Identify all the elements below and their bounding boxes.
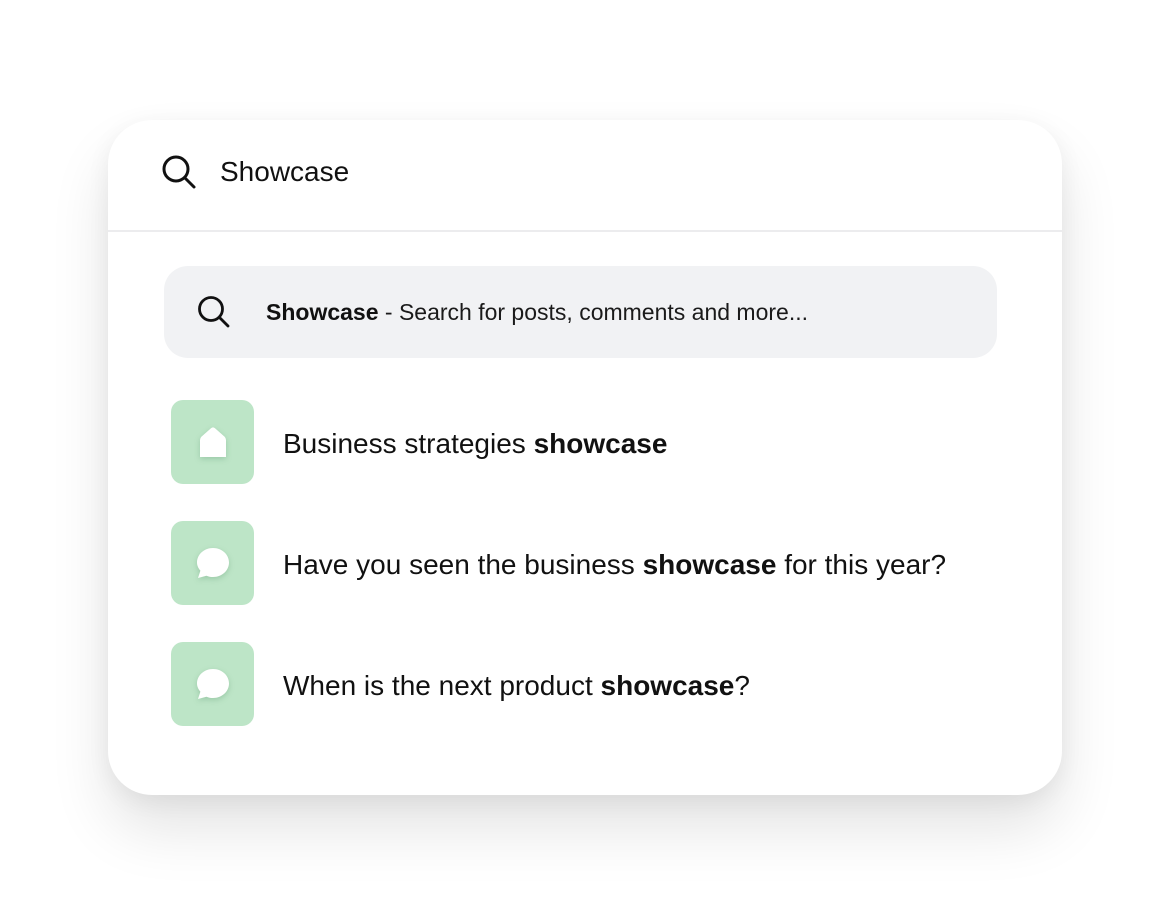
result-item[interactable]: When is the next product showcase?: [171, 642, 991, 726]
suggestion-hint: - Search for posts, comments and more...: [378, 299, 808, 325]
search-popover: Showcase - Search for posts, comments an…: [108, 120, 1062, 795]
search-icon: [161, 154, 197, 190]
result-item[interactable]: Business strategies showcase: [171, 400, 991, 484]
result-item[interactable]: Have you seen the business showcase for …: [171, 521, 991, 605]
search-suggestion[interactable]: Showcase - Search for posts, comments an…: [164, 266, 997, 358]
search-input[interactable]: [220, 152, 980, 192]
chat-bubble-icon: [196, 548, 229, 578]
home-icon: [199, 427, 226, 457]
result-tile: [171, 400, 254, 484]
search-bar: [108, 120, 1062, 232]
suggestion-term: Showcase: [266, 299, 379, 325]
result-tile: [171, 521, 254, 605]
result-label: Business strategies showcase: [283, 428, 668, 459]
chat-bubble-icon: [196, 669, 229, 699]
suggestion-text: Showcase - Search for posts, comments an…: [266, 266, 808, 358]
result-label: When is the next product showcase?: [283, 670, 750, 701]
result-tile: [171, 642, 254, 726]
result-label: Have you seen the business showcase for …: [283, 549, 947, 580]
search-icon: [197, 295, 231, 329]
